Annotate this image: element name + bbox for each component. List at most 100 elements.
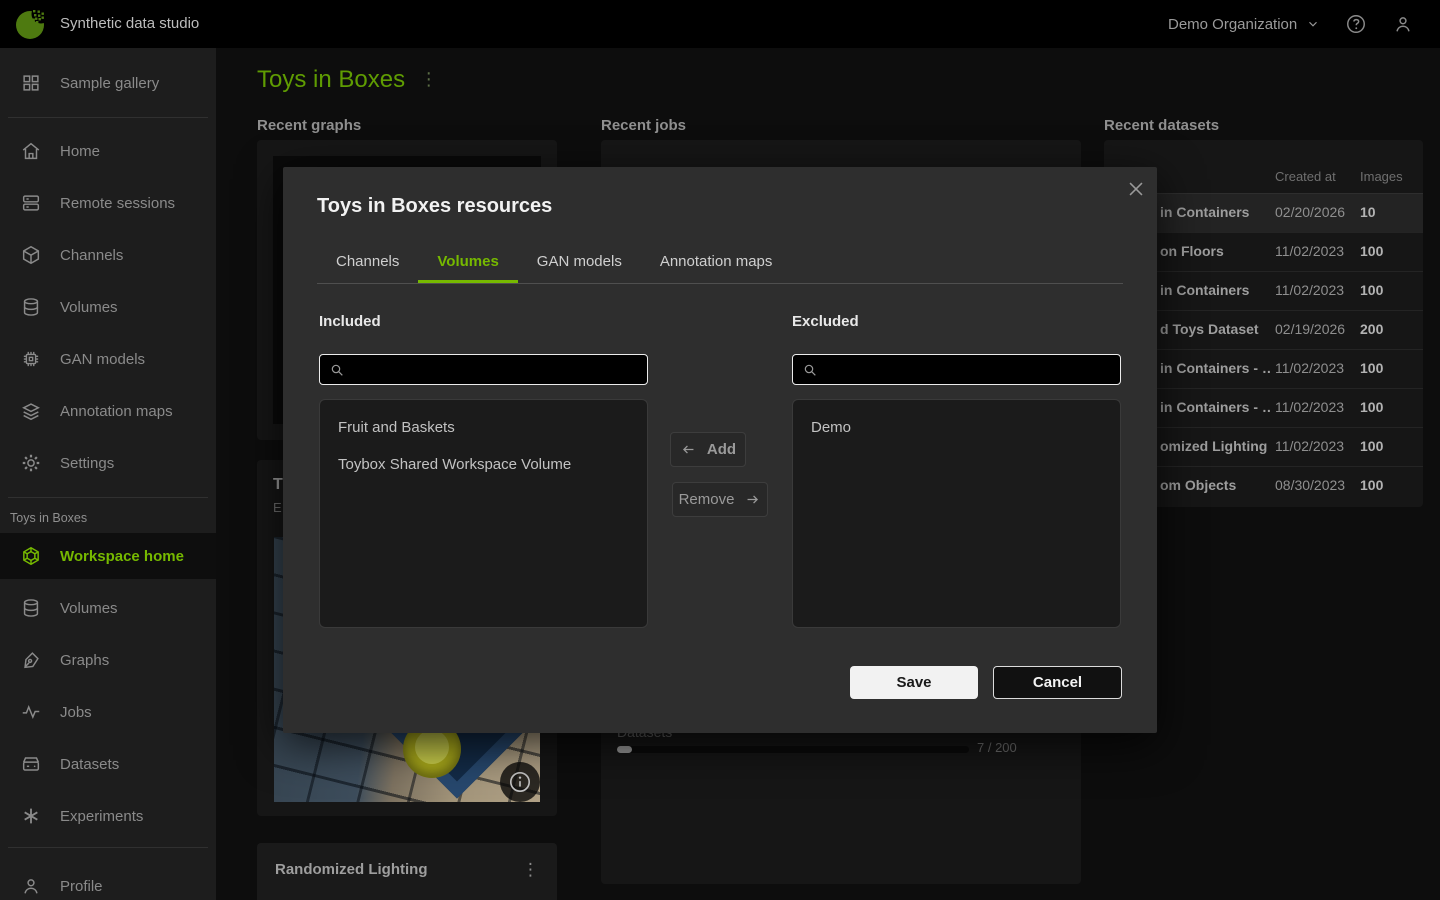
database-icon: [20, 597, 42, 619]
sidebar-item-label: Remote sessions: [60, 195, 175, 212]
database-icon: [20, 296, 42, 318]
modal-title: Toys in Boxes resources: [317, 195, 552, 218]
sidebar-item-label: Graphs: [60, 652, 109, 669]
list-item[interactable]: Demo: [793, 409, 1120, 446]
excluded-search-input[interactable]: [823, 356, 1115, 383]
drive-icon: [20, 753, 42, 775]
home-icon: [20, 140, 42, 162]
cancel-button[interactable]: Cancel: [993, 666, 1122, 699]
pen-nib-icon: [20, 649, 42, 671]
sidebar-item-label: Workspace home: [60, 548, 184, 565]
job-progress-fill: [617, 746, 632, 753]
graph-card-subtitle: E: [273, 500, 282, 515]
sidebar: Sample gallery Home Remote sessions Chan…: [0, 48, 216, 900]
remove-button[interactable]: Remove: [672, 482, 768, 517]
sidebar-item-sample-gallery[interactable]: Sample gallery: [0, 62, 216, 104]
sidebar-item-datasets[interactable]: Datasets: [0, 743, 216, 785]
save-button[interactable]: Save: [850, 666, 978, 699]
sidebar-item-label: Profile: [60, 878, 103, 895]
activity-icon: [20, 701, 42, 723]
search-icon: [802, 362, 818, 378]
recent-graphs-header: Recent graphs: [257, 117, 361, 134]
page-title-kebab-icon[interactable]: ⋮: [420, 69, 438, 89]
sidebar-item-workspace-home[interactable]: Workspace home: [0, 533, 216, 579]
sidebar-item-remote-sessions[interactable]: Remote sessions: [0, 182, 216, 224]
sidebar-divider: [8, 497, 208, 498]
included-search: [319, 354, 648, 385]
sidebar-item-label: Home: [60, 143, 100, 160]
sidebar-item-label: Experiments: [60, 808, 143, 825]
sidebar-item-experiments[interactable]: Experiments: [0, 795, 216, 837]
graph-card-randomized-lighting[interactable]: Randomized Lighting ⋮: [257, 843, 557, 900]
organization-dropdown[interactable]: Demo Organization: [1168, 0, 1320, 48]
modal-tabs: Channels Volumes GAN models Annotation m…: [317, 243, 1123, 284]
tab-volumes[interactable]: Volumes: [418, 243, 517, 283]
cube-icon: [20, 244, 42, 266]
resources-modal: Toys in Boxes resources Channels Volumes…: [283, 167, 1157, 733]
card-kebab-icon[interactable]: ⋮: [522, 860, 539, 880]
server-icon: [20, 192, 42, 214]
sidebar-item-jobs[interactable]: Jobs: [0, 691, 216, 733]
top-bar: Synthetic data studio Demo Organization: [0, 0, 1440, 48]
sidebar-item-gan-models[interactable]: GAN models: [0, 338, 216, 380]
sidebar-item-profile[interactable]: Profile: [0, 865, 216, 900]
included-search-input[interactable]: [350, 356, 642, 383]
asterisk-icon: [20, 805, 42, 827]
sidebar-section-label: Toys in Boxes: [10, 511, 87, 525]
job-progress-bar: [617, 746, 969, 753]
sidebar-item-home[interactable]: Home: [0, 130, 216, 172]
arrow-left-icon: [680, 441, 697, 458]
arrow-right-icon: [744, 491, 761, 508]
sidebar-item-label: Volumes: [60, 600, 118, 617]
sidebar-item-settings[interactable]: Settings: [0, 442, 216, 484]
app-logo-icon[interactable]: [13, 5, 51, 43]
chip-icon: [20, 348, 42, 370]
gear-icon: [20, 452, 42, 474]
sidebar-item-label: Jobs: [60, 704, 92, 721]
layers-icon: [20, 400, 42, 422]
chevron-down-icon: [1306, 17, 1320, 31]
excluded-label: Excluded: [792, 313, 859, 330]
app-window: Synthetic data studio Demo Organization …: [0, 0, 1440, 900]
organization-name: Demo Organization: [1168, 16, 1297, 33]
sidebar-item-volumes[interactable]: Volumes: [0, 286, 216, 328]
app-title: Synthetic data studio: [60, 0, 199, 48]
sidebar-item-label: Sample gallery: [60, 75, 159, 92]
sidebar-divider: [8, 117, 208, 118]
sidebar-item-workspace-volumes[interactable]: Volumes: [0, 587, 216, 629]
sidebar-item-channels[interactable]: Channels: [0, 234, 216, 276]
recent-datasets-header: Recent datasets: [1104, 117, 1219, 134]
list-item[interactable]: Fruit and Baskets: [320, 409, 647, 446]
person-icon: [20, 875, 42, 897]
column-images: Images: [1360, 169, 1403, 184]
excluded-search: [792, 354, 1121, 385]
sidebar-item-label: GAN models: [60, 351, 145, 368]
graph-card-title: T: [273, 476, 283, 494]
tab-gan-models[interactable]: GAN models: [518, 243, 641, 283]
tab-annotation-maps[interactable]: Annotation maps: [641, 243, 792, 283]
sidebar-item-annotation-maps[interactable]: Annotation maps: [0, 390, 216, 432]
sidebar-item-label: Datasets: [60, 756, 119, 773]
profile-icon[interactable]: [1392, 13, 1414, 35]
grid-icon: [20, 72, 42, 94]
recent-jobs-header: Recent jobs: [601, 117, 686, 134]
sidebar-item-label: Settings: [60, 455, 114, 472]
list-item[interactable]: Toybox Shared Workspace Volume: [320, 446, 647, 483]
tab-channels[interactable]: Channels: [317, 243, 418, 283]
included-label: Included: [319, 313, 381, 330]
sidebar-item-label: Channels: [60, 247, 123, 264]
sidebar-item-label: Volumes: [60, 299, 118, 316]
page-title: Toys in Boxes ⋮: [257, 66, 438, 94]
included-list: Fruit and Baskets Toybox Shared Workspac…: [319, 399, 648, 628]
sidebar-item-label: Annotation maps: [60, 403, 173, 420]
add-button[interactable]: Add: [670, 432, 746, 467]
close-icon[interactable]: [1125, 178, 1147, 200]
help-icon[interactable]: [1345, 13, 1367, 35]
sidebar-item-graphs[interactable]: Graphs: [0, 639, 216, 681]
job-progress-count: 7 / 200: [977, 740, 1017, 755]
search-icon: [329, 362, 345, 378]
info-icon[interactable]: [500, 762, 540, 802]
column-created-at: Created at: [1275, 169, 1336, 184]
workspace-hexagon-icon: [20, 545, 42, 567]
graph-card-title: Randomized Lighting: [275, 861, 427, 878]
